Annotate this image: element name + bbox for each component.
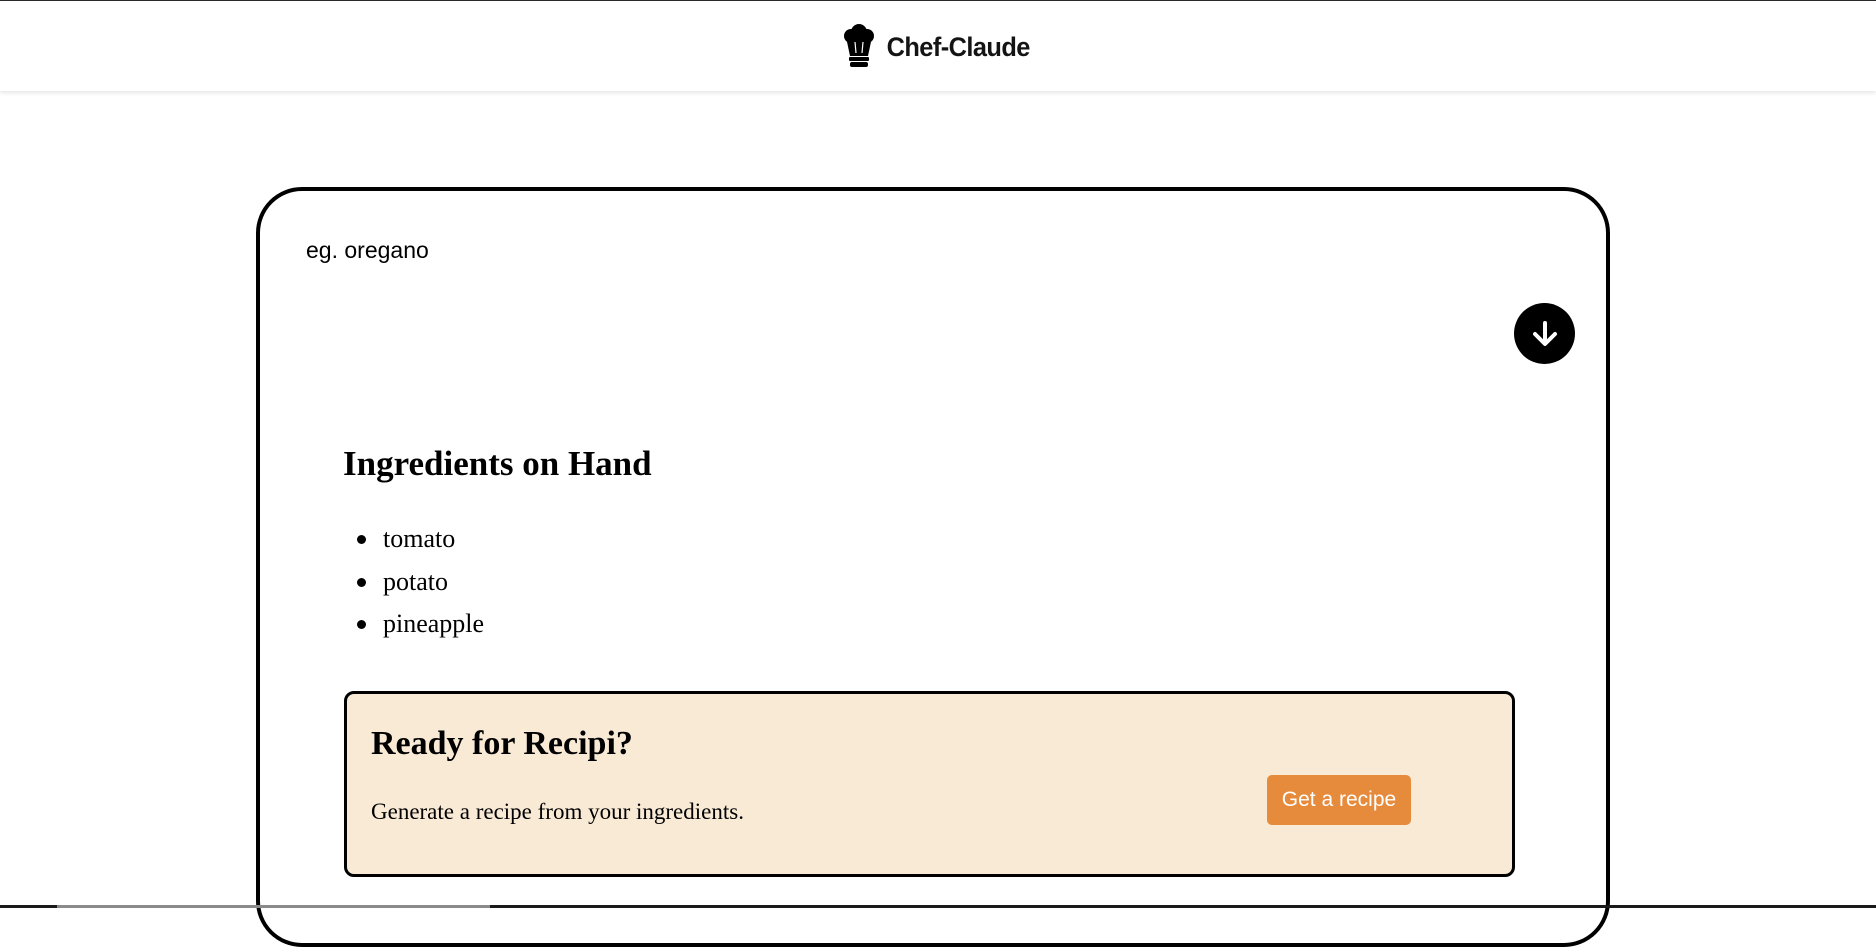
get-recipe-button[interactable]: Get a recipe — [1267, 775, 1411, 825]
get-recipe-container: Ready for Recipi? Generate a recipe from… — [344, 691, 1515, 877]
app-title: Chef-Claude — [886, 31, 1030, 62]
add-ingredient-button[interactable] — [1514, 303, 1575, 364]
ingredient-item: tomato — [356, 518, 484, 561]
ingredient-input[interactable] — [306, 233, 1306, 267]
app-header: Chef-Claude — [0, 1, 1876, 91]
cta-heading: Ready for Recipi? — [371, 725, 633, 762]
ingredient-item: pineapple — [356, 603, 484, 646]
chef-hat-icon — [843, 24, 874, 67]
ingredient-item: potato — [356, 561, 484, 604]
ingredients-heading: Ingredients on Hand — [343, 444, 652, 483]
ingredients-list: tomato potato pineapple — [343, 518, 484, 646]
arrow-down-icon — [1532, 320, 1557, 346]
cta-description: Generate a recipe from your ingredients. — [371, 799, 744, 824]
main-card: Ingredients on Hand tomato potato pineap… — [256, 187, 1610, 947]
